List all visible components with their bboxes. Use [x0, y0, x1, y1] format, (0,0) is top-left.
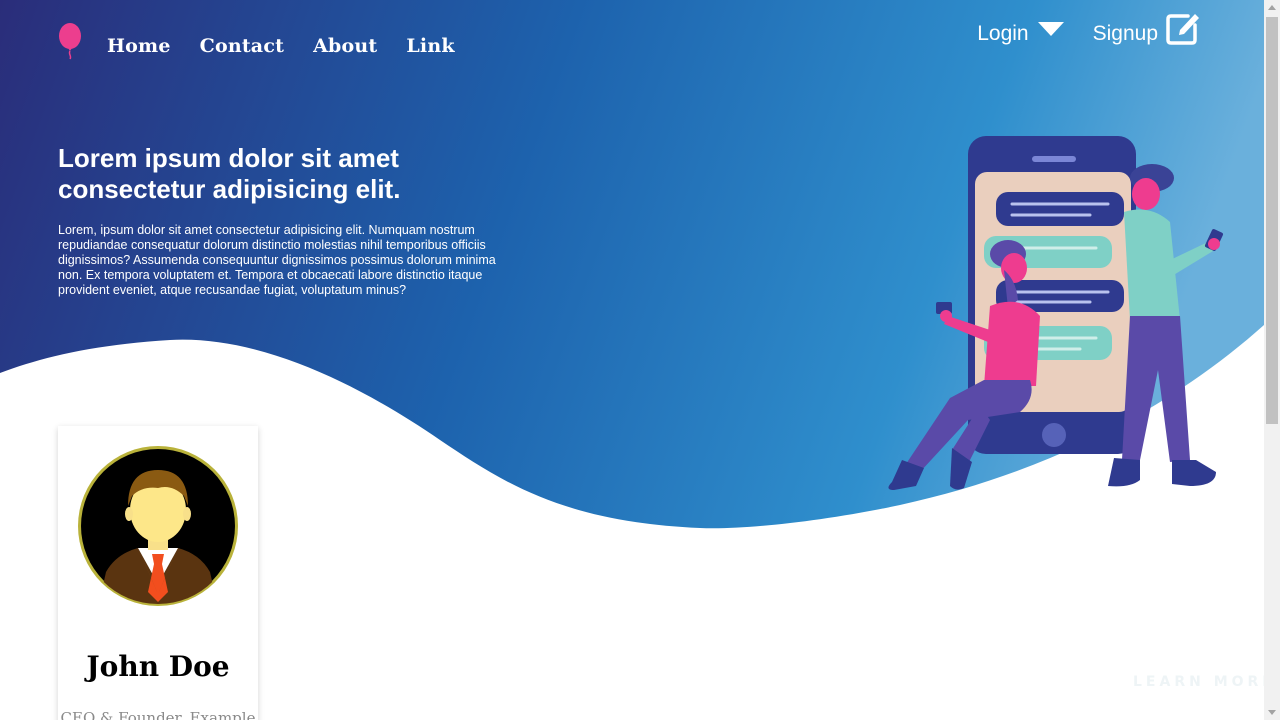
- auth-actions: Login Signup: [949, 10, 1200, 46]
- nav-link-home[interactable]: Home: [107, 35, 171, 57]
- nav-links: Home Contact About Link: [107, 35, 484, 57]
- avatar: [78, 446, 238, 606]
- nav-link-contact[interactable]: Contact: [200, 35, 284, 57]
- caret-down-icon: [1037, 22, 1064, 36]
- nav-link-about[interactable]: About: [313, 35, 377, 57]
- balloon-icon[interactable]: [58, 22, 84, 60]
- vertical-scrollbar[interactable]: [1264, 0, 1280, 720]
- hero-title: Lorem ipsum dolor sit amet consectetur a…: [58, 143, 401, 204]
- landing-page: Home Contact About Link Login Signup Lor…: [0, 0, 1280, 720]
- chat-illustration: [888, 136, 1224, 490]
- top-nav: Home Contact About Link Login Signup: [0, 0, 1264, 80]
- card-name: John Doe: [86, 650, 230, 683]
- hero-description: Lorem, ipsum dolor sit amet consectetur …: [58, 223, 496, 297]
- nav-link-link[interactable]: Link: [406, 35, 454, 57]
- signup-button[interactable]: Signup: [1093, 10, 1200, 46]
- scroll-down-arrow-icon[interactable]: [1268, 710, 1276, 715]
- learn-more-link[interactable]: LEARN MORE: [1133, 674, 1276, 690]
- signup-label: Signup: [1092, 22, 1158, 45]
- scroll-up-arrow-icon[interactable]: [1268, 5, 1276, 10]
- edit-icon: [1166, 14, 1199, 45]
- login-label: Login: [977, 22, 1029, 45]
- login-button[interactable]: Login: [977, 10, 1064, 46]
- scroll-thumb[interactable]: [1266, 17, 1278, 424]
- card-role: CEO & Founder, Example: [60, 709, 256, 720]
- profile-card: John Doe CEO & Founder, Example: [58, 426, 258, 720]
